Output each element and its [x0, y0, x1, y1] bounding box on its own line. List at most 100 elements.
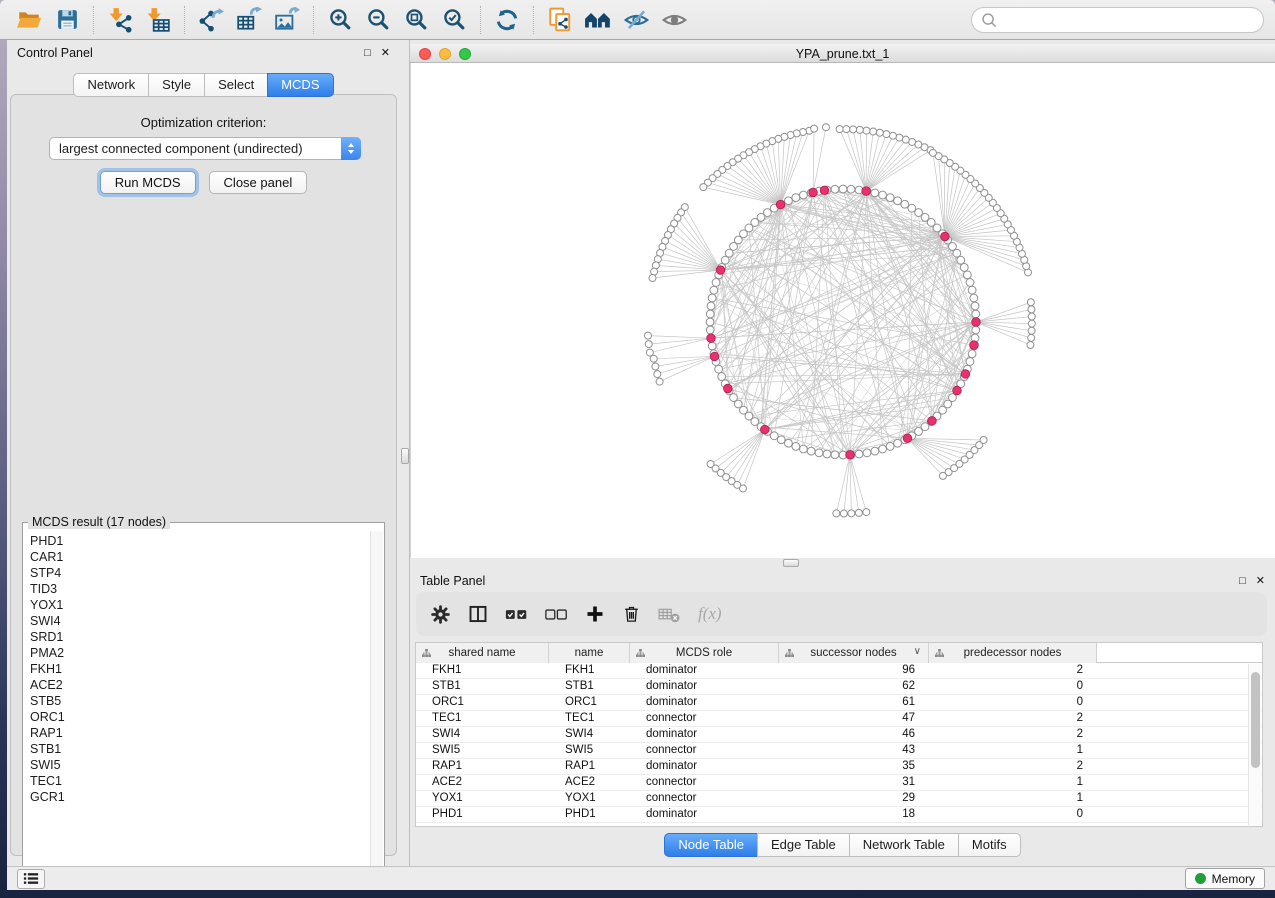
column-header-MCDS-role[interactable]: MCDS role: [630, 643, 779, 663]
toolbar-separator: [184, 6, 185, 34]
mcds-result-item[interactable]: STB1: [30, 741, 370, 757]
export-image-icon[interactable]: [268, 4, 306, 36]
function-builder-icon[interactable]: f(x): [698, 604, 722, 624]
table-cell: connector: [630, 711, 779, 726]
table-cell: 47: [779, 711, 929, 726]
table-cell: 29: [779, 791, 929, 806]
mcds-result-item[interactable]: SWI5: [30, 757, 370, 773]
mcds-result-item[interactable]: TID3: [30, 581, 370, 597]
search-input[interactable]: [1004, 13, 1263, 28]
mcds-result-item[interactable]: SWI4: [30, 613, 370, 629]
refresh-icon[interactable]: [488, 4, 526, 36]
table-cell: 0: [929, 807, 1097, 822]
delete-table-icon[interactable]: [658, 605, 681, 624]
tab-motifs[interactable]: Motifs: [958, 833, 1021, 857]
vertical-splitter[interactable]: [400, 40, 410, 866]
open-file-icon[interactable]: [10, 4, 48, 36]
run-mcds-button[interactable]: Run MCDS: [100, 171, 196, 194]
close-panel-icon[interactable]: ✕: [1256, 576, 1265, 587]
table-row[interactable]: STB1STB1dominator620: [416, 679, 1262, 695]
export-network-icon[interactable]: [192, 4, 230, 36]
table-row[interactable]: FKH1FKH1dominator962: [416, 663, 1262, 679]
mcds-result-item[interactable]: STP4: [30, 565, 370, 581]
mcds-result-item[interactable]: ORC1: [30, 709, 370, 725]
table-row[interactable]: SWI4SWI4dominator462: [416, 727, 1262, 743]
mcds-result-item[interactable]: FKH1: [30, 661, 370, 677]
close-panel-icon[interactable]: ✕: [381, 48, 390, 59]
homes-icon[interactable]: [579, 4, 617, 36]
scrollbar-thumb[interactable]: [1251, 672, 1260, 768]
add-column-icon[interactable]: [585, 604, 605, 624]
status-bar: Memory: [7, 866, 1275, 890]
import-table-icon[interactable]: [139, 4, 177, 36]
mcds-result-item[interactable]: ACE2: [30, 677, 370, 693]
tab-style[interactable]: Style: [148, 73, 205, 97]
tab-network-table[interactable]: Network Table: [849, 833, 959, 857]
tab-select[interactable]: Select: [204, 73, 268, 97]
table-row[interactable]: TEC1TEC1connector472: [416, 711, 1262, 727]
mcds-result-item[interactable]: PMA2: [30, 645, 370, 661]
column-header-predecessor-nodes[interactable]: predecessor nodes: [929, 643, 1097, 663]
mcds-result-item[interactable]: STB5: [30, 693, 370, 709]
zoom-out-icon[interactable]: [359, 4, 397, 36]
table-panel: Table Panel □ ✕ f(x) shared namenameMCDS…: [410, 568, 1275, 866]
horizontal-splitter[interactable]: [410, 558, 1275, 568]
tab-network[interactable]: Network: [73, 73, 149, 97]
zoom-fit-icon[interactable]: [397, 4, 435, 36]
zoom-selected-icon[interactable]: [435, 4, 473, 36]
column-header-name[interactable]: name: [549, 643, 630, 663]
show-all-eye-icon[interactable]: [655, 4, 693, 36]
close-panel-button[interactable]: Close panel: [209, 171, 308, 194]
deselect-all-rows-icon[interactable]: [545, 607, 568, 622]
mcds-result-item[interactable]: CAR1: [30, 549, 370, 565]
table-cell: 2: [929, 727, 1097, 742]
table-cell: 0: [929, 695, 1097, 710]
column-header-shared-name[interactable]: shared name: [416, 643, 549, 663]
show-columns-icon[interactable]: [468, 604, 488, 624]
network-canvas[interactable]: [410, 63, 1275, 558]
table-scrollbar[interactable]: [1248, 664, 1261, 825]
tab-edge-table[interactable]: Edge Table: [757, 833, 850, 857]
table-row[interactable]: ACE2ACE2connector311: [416, 775, 1262, 791]
table-row[interactable]: ORC1ORC1dominator610: [416, 695, 1262, 711]
table-cell: ORC1: [416, 695, 549, 710]
mcds-result-item[interactable]: SRD1: [30, 629, 370, 645]
mcds-result-item[interactable]: TEC1: [30, 773, 370, 789]
task-history-button[interactable]: [17, 869, 45, 889]
table-row[interactable]: YOX1YOX1connector291: [416, 791, 1262, 807]
mcds-result-item[interactable]: RAP1: [30, 725, 370, 741]
float-panel-icon[interactable]: □: [1239, 576, 1246, 587]
mcds-result-item[interactable]: GCR1: [30, 789, 370, 805]
export-table-icon[interactable]: [230, 4, 268, 36]
tab-mcds[interactable]: MCDS: [267, 73, 333, 97]
toolbar-separator: [313, 6, 314, 34]
search-box[interactable]: [971, 7, 1264, 33]
table-row[interactable]: PHD1PHD1dominator180: [416, 807, 1262, 823]
tab-node-table[interactable]: Node Table: [664, 833, 758, 857]
clone-network-icon[interactable]: [541, 4, 579, 36]
table-cell: STB1: [416, 679, 549, 694]
zoom-in-icon[interactable]: [321, 4, 359, 36]
table-cell: YOX1: [416, 791, 549, 806]
column-header-successor-nodes[interactable]: successor nodes∨: [779, 643, 929, 663]
column-label: shared name: [448, 647, 515, 659]
toolbar-separator: [533, 6, 534, 34]
splitter-handle[interactable]: [401, 448, 409, 464]
table-settings-gear-icon[interactable]: [430, 604, 451, 625]
hide-selected-eye-icon[interactable]: [617, 4, 655, 36]
save-session-icon[interactable]: [48, 4, 86, 36]
table-row[interactable]: SWI5SWI5connector431: [416, 743, 1262, 759]
mcds-list-scrollbar[interactable]: [370, 531, 383, 888]
memory-button[interactable]: Memory: [1185, 868, 1265, 889]
table-cell: SWI5: [549, 743, 630, 758]
select-all-rows-icon[interactable]: [505, 607, 528, 622]
mcds-result-item[interactable]: YOX1: [30, 597, 370, 613]
import-network-icon[interactable]: [101, 4, 139, 36]
float-panel-icon[interactable]: □: [364, 48, 371, 59]
delete-column-icon[interactable]: [622, 604, 641, 624]
splitter-handle[interactable]: [783, 559, 799, 567]
mcds-result-item[interactable]: PHD1: [30, 533, 370, 549]
criterion-dropdown[interactable]: largest connected component (undirected): [49, 137, 361, 160]
network-titlebar[interactable]: YPA_prune.txt_1: [410, 44, 1275, 63]
table-row[interactable]: RAP1RAP1dominator352: [416, 759, 1262, 775]
